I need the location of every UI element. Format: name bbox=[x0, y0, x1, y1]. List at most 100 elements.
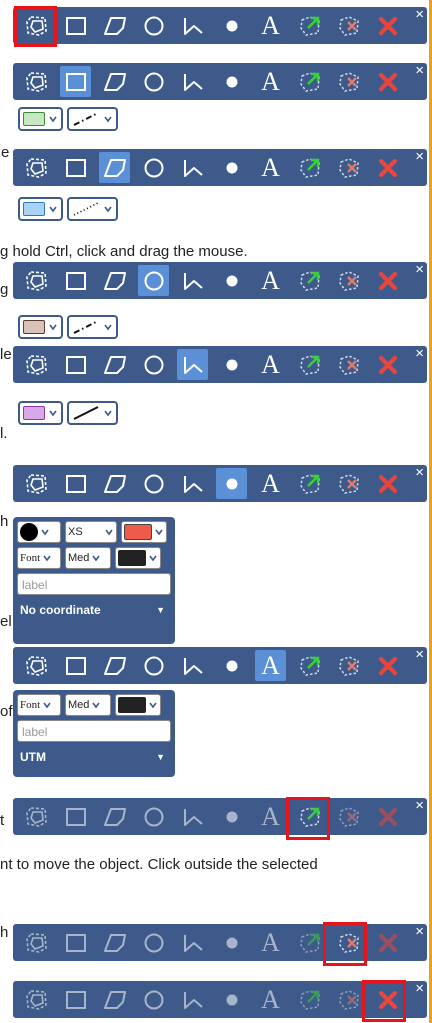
tool-polygon-selection-button[interactable] bbox=[21, 349, 52, 380]
tool-point-button[interactable] bbox=[216, 265, 247, 296]
tool-point-button[interactable] bbox=[216, 349, 247, 380]
close-toolbar-icon[interactable]: × bbox=[415, 647, 424, 662]
tool-text-button[interactable]: A bbox=[255, 984, 286, 1015]
tool-clear-selection-button[interactable] bbox=[333, 650, 364, 681]
tool-polygon-button[interactable] bbox=[99, 152, 130, 183]
close-toolbar-icon[interactable]: × bbox=[415, 465, 424, 480]
tool-text-button[interactable]: A bbox=[255, 152, 286, 183]
tool-delete-all-button[interactable] bbox=[372, 152, 403, 183]
tool-circle-button[interactable] bbox=[138, 468, 169, 499]
tool-rectangle-button[interactable] bbox=[60, 984, 91, 1015]
tool-point-button[interactable] bbox=[216, 10, 247, 41]
tool-text-button[interactable]: A bbox=[255, 265, 286, 296]
tool-point-button[interactable] bbox=[216, 468, 247, 499]
line-color-picker[interactable] bbox=[18, 401, 63, 425]
close-toolbar-icon[interactable]: × bbox=[415, 981, 424, 996]
tool-circle-button[interactable] bbox=[138, 984, 169, 1015]
text-color-select[interactable] bbox=[115, 547, 161, 569]
tool-clear-selection-button[interactable] bbox=[333, 265, 364, 296]
tool-polygon-selection-button[interactable] bbox=[21, 468, 52, 499]
tool-rectangle-button[interactable] bbox=[60, 468, 91, 499]
tool-polygon-button[interactable] bbox=[99, 984, 130, 1015]
tool-point-button[interactable] bbox=[216, 650, 247, 681]
tool-rectangle-button[interactable] bbox=[60, 66, 91, 97]
tool-polygon-selection-button[interactable] bbox=[21, 801, 52, 832]
tool-rectangle-button[interactable] bbox=[60, 349, 91, 380]
tool-clear-selection-button[interactable] bbox=[333, 349, 364, 380]
close-toolbar-icon[interactable]: × bbox=[415, 924, 424, 939]
tool-edit-button[interactable] bbox=[294, 801, 325, 832]
tool-clear-selection-button[interactable] bbox=[333, 984, 364, 1015]
coordinate-select[interactable]: UTM ▼ bbox=[17, 746, 171, 768]
tool-clear-selection-button[interactable] bbox=[333, 10, 364, 41]
tool-text-button[interactable]: A bbox=[255, 349, 286, 380]
tool-polyline-button[interactable] bbox=[177, 349, 208, 380]
tool-edit-button[interactable] bbox=[294, 349, 325, 380]
label-input[interactable]: label bbox=[17, 573, 171, 595]
font-weight-select[interactable]: Med bbox=[65, 694, 111, 716]
tool-polygon-button[interactable] bbox=[99, 349, 130, 380]
coordinate-select[interactable]: No coordinate ▼ bbox=[17, 599, 171, 621]
tool-delete-all-button[interactable] bbox=[372, 468, 403, 499]
tool-clear-selection-button[interactable] bbox=[333, 468, 364, 499]
fill-color-picker[interactable] bbox=[18, 315, 63, 339]
tool-edit-button[interactable] bbox=[294, 10, 325, 41]
tool-text-button[interactable]: A bbox=[255, 927, 286, 958]
tool-clear-selection-button[interactable] bbox=[333, 801, 364, 832]
tool-circle-button[interactable] bbox=[138, 66, 169, 97]
tool-polyline-button[interactable] bbox=[177, 152, 208, 183]
tool-circle-button[interactable] bbox=[138, 10, 169, 41]
tool-delete-all-button[interactable] bbox=[372, 10, 403, 41]
close-toolbar-icon[interactable]: × bbox=[415, 798, 424, 813]
tool-rectangle-button[interactable] bbox=[60, 265, 91, 296]
tool-circle-button[interactable] bbox=[138, 265, 169, 296]
line-style-picker[interactable] bbox=[67, 315, 118, 339]
tool-rectangle-button[interactable] bbox=[60, 650, 91, 681]
label-input[interactable]: label bbox=[17, 720, 171, 742]
tool-text-button[interactable]: A bbox=[255, 66, 286, 97]
fill-color-picker[interactable] bbox=[18, 107, 63, 131]
tool-text-button[interactable]: A bbox=[255, 650, 286, 681]
tool-text-button[interactable]: A bbox=[255, 801, 286, 832]
tool-point-button[interactable] bbox=[216, 927, 247, 958]
tool-clear-selection-button[interactable] bbox=[333, 152, 364, 183]
tool-polygon-button[interactable] bbox=[99, 468, 130, 499]
tool-circle-button[interactable] bbox=[138, 650, 169, 681]
tool-rectangle-button[interactable] bbox=[60, 10, 91, 41]
fill-color-picker[interactable] bbox=[18, 197, 63, 221]
tool-edit-button[interactable] bbox=[294, 152, 325, 183]
tool-polyline-button[interactable] bbox=[177, 10, 208, 41]
close-toolbar-icon[interactable]: × bbox=[415, 7, 424, 22]
close-toolbar-icon[interactable]: × bbox=[415, 149, 424, 164]
tool-edit-button[interactable] bbox=[294, 468, 325, 499]
tool-polygon-selection-button[interactable] bbox=[21, 650, 52, 681]
line-style-picker[interactable] bbox=[67, 401, 118, 425]
line-style-picker[interactable] bbox=[67, 107, 118, 131]
tool-circle-button[interactable] bbox=[138, 349, 169, 380]
tool-polygon-selection-button[interactable] bbox=[21, 66, 52, 97]
tool-delete-all-button[interactable] bbox=[372, 984, 403, 1015]
marker-style-select[interactable] bbox=[17, 521, 61, 543]
tool-edit-button[interactable] bbox=[294, 927, 325, 958]
tool-circle-button[interactable] bbox=[138, 152, 169, 183]
tool-text-button[interactable]: A bbox=[255, 468, 286, 499]
tool-polygon-button[interactable] bbox=[99, 927, 130, 958]
tool-delete-all-button[interactable] bbox=[372, 349, 403, 380]
tool-polyline-button[interactable] bbox=[177, 801, 208, 832]
tool-delete-all-button[interactable] bbox=[372, 801, 403, 832]
line-style-picker[interactable] bbox=[67, 197, 118, 221]
tool-circle-button[interactable] bbox=[138, 801, 169, 832]
tool-polyline-button[interactable] bbox=[177, 927, 208, 958]
tool-polygon-button[interactable] bbox=[99, 265, 130, 296]
tool-delete-all-button[interactable] bbox=[372, 265, 403, 296]
tool-polygon-button[interactable] bbox=[99, 66, 130, 97]
close-toolbar-icon[interactable]: × bbox=[415, 262, 424, 277]
tool-rectangle-button[interactable] bbox=[60, 152, 91, 183]
tool-polyline-button[interactable] bbox=[177, 650, 208, 681]
tool-rectangle-button[interactable] bbox=[60, 801, 91, 832]
tool-point-button[interactable] bbox=[216, 152, 247, 183]
font-family-select[interactable]: Font bbox=[17, 547, 61, 569]
tool-polyline-button[interactable] bbox=[177, 265, 208, 296]
tool-polygon-selection-button[interactable] bbox=[21, 10, 52, 41]
tool-polygon-button[interactable] bbox=[99, 10, 130, 41]
